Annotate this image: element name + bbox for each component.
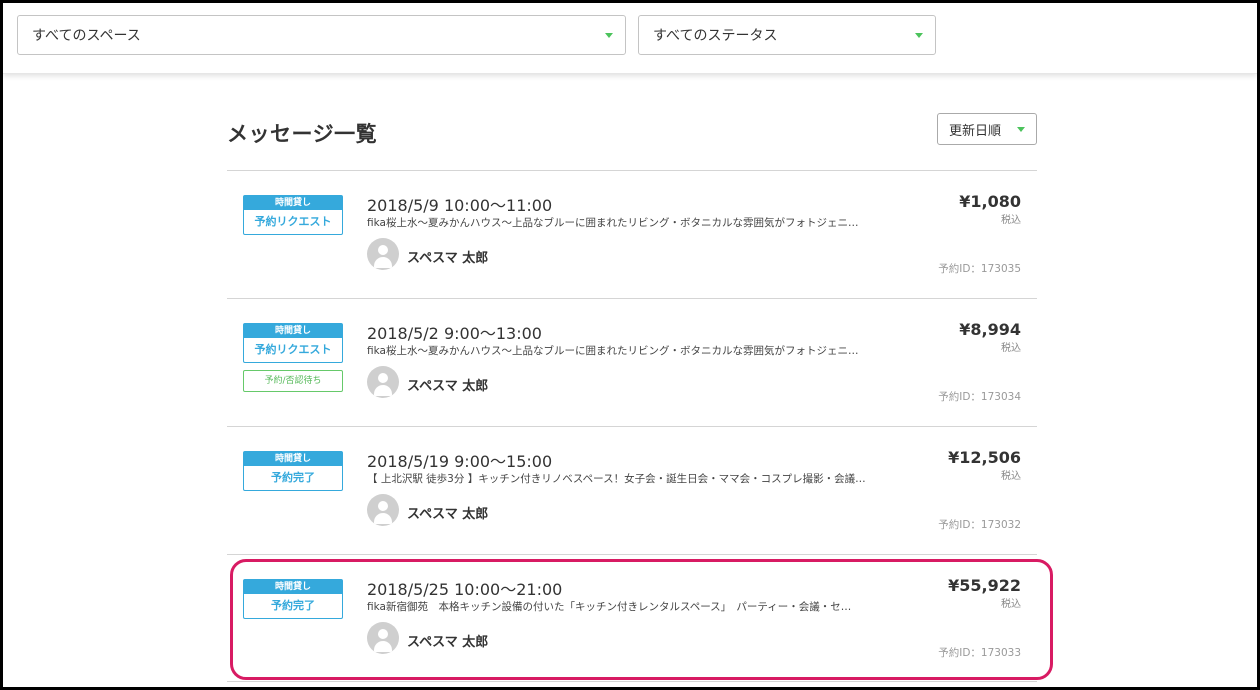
status-label: 予約リクエスト: [254, 215, 332, 228]
avatar: [367, 494, 399, 526]
type-label: 時間貸し: [244, 580, 342, 594]
message-item[interactable]: 時間貸し 予約完了 2018/5/25 10:00〜21:00 fika新宿御苑…: [227, 554, 1037, 682]
price: ¥12,506: [948, 448, 1021, 467]
sub-status-badge: 予約/否認待ち: [243, 370, 343, 392]
status-badge: 時間貸し 予約リクエスト: [243, 195, 343, 235]
status-badge: 時間貸し 予約完了: [243, 579, 343, 619]
user-name: スペスマ 太郎: [407, 635, 489, 650]
reservation-id: 予約ID：173035: [938, 263, 1021, 275]
chevron-down-icon: [1017, 127, 1025, 132]
reservation-id: 予約ID：173033: [938, 647, 1021, 659]
price: ¥1,080: [959, 192, 1021, 211]
reservation-id: 予約ID：173032: [938, 519, 1021, 531]
status-label: 予約リクエスト: [254, 343, 332, 356]
message-item[interactable]: 時間貸し 予約リクエスト 予約/否認待ち 2018/5/2 9:00〜13:00…: [227, 298, 1037, 426]
reservation-datetime: 2018/5/9 10:00〜11:00: [367, 196, 553, 215]
main-content: メッセージ一覧 更新日順 時間貸し 予約リクエスト 2018/5/9 10:00…: [3, 74, 1257, 687]
type-label: 時間貸し: [244, 452, 342, 466]
space-filter-select[interactable]: すべてのスペース: [17, 15, 626, 55]
message-list: 時間貸し 予約リクエスト 2018/5/9 10:00〜11:00 fika桜上…: [227, 170, 1037, 682]
status-badge: 時間貸し 予約完了: [243, 451, 343, 491]
tax-label: 税込: [1001, 215, 1021, 226]
space-description: fika新宿御苑 本格キッチン設備の付いた「キッチン付きレンタルスペース」 パー…: [367, 601, 852, 613]
type-label: 時間貸し: [244, 196, 342, 210]
space-description: 【 上北沢駅 徒歩3分 】キッチン付きリノベスペース！女子会・誕生日会・ママ会・…: [367, 473, 866, 485]
sort-select[interactable]: 更新日順: [937, 113, 1037, 145]
space-description: fika桜上水〜夏みかんハウス〜上品なブルーに囲まれたリビング・ボタニカルな雰囲…: [367, 345, 859, 357]
price: ¥8,994: [959, 320, 1021, 339]
status-filter-select[interactable]: すべてのステータス: [638, 15, 936, 55]
page-title: メッセージ一覧: [227, 122, 378, 146]
screenshot-frame: すべてのスペース すべてのステータス メッセージ一覧 更新日順 時間貸し 予約リ…: [0, 0, 1260, 690]
reservation-datetime: 2018/5/19 9:00〜15:00: [367, 452, 553, 471]
tax-label: 税込: [1001, 599, 1021, 610]
space-description: fika桜上水〜夏みかんハウス〜上品なブルーに囲まれたリビング・ボタニカルな雰囲…: [367, 217, 859, 229]
space-filter-value: すべてのスペース: [32, 28, 141, 44]
message-item[interactable]: 時間貸し 予約完了 2018/5/19 9:00〜15:00 【 上北沢駅 徒歩…: [227, 426, 1037, 554]
avatar: [367, 238, 399, 270]
reservation-datetime: 2018/5/2 9:00〜13:00: [367, 324, 542, 343]
avatar: [367, 622, 399, 654]
chevron-down-icon: [915, 33, 923, 38]
user-name: スペスマ 太郎: [407, 379, 489, 394]
message-item[interactable]: 時間貸し 予約リクエスト 2018/5/9 10:00〜11:00 fika桜上…: [227, 170, 1037, 298]
reservation-datetime: 2018/5/25 10:00〜21:00: [367, 580, 563, 599]
avatar: [367, 366, 399, 398]
status-label: 予約完了: [271, 599, 315, 612]
filter-bar: すべてのスペース すべてのステータス: [3, 3, 1257, 74]
user-name: スペスマ 太郎: [407, 507, 489, 522]
status-label: 予約完了: [271, 471, 315, 484]
user-name: スペスマ 太郎: [407, 251, 489, 266]
type-label: 時間貸し: [244, 324, 342, 338]
status-badge: 時間貸し 予約リクエスト: [243, 323, 343, 363]
reservation-id: 予約ID：173034: [938, 391, 1021, 403]
sort-value: 更新日順: [949, 123, 1002, 139]
price: ¥55,922: [948, 576, 1021, 595]
status-filter-value: すべてのステータス: [653, 28, 778, 44]
tax-label: 税込: [1001, 343, 1021, 354]
tax-label: 税込: [1001, 471, 1021, 482]
chevron-down-icon: [605, 33, 613, 38]
